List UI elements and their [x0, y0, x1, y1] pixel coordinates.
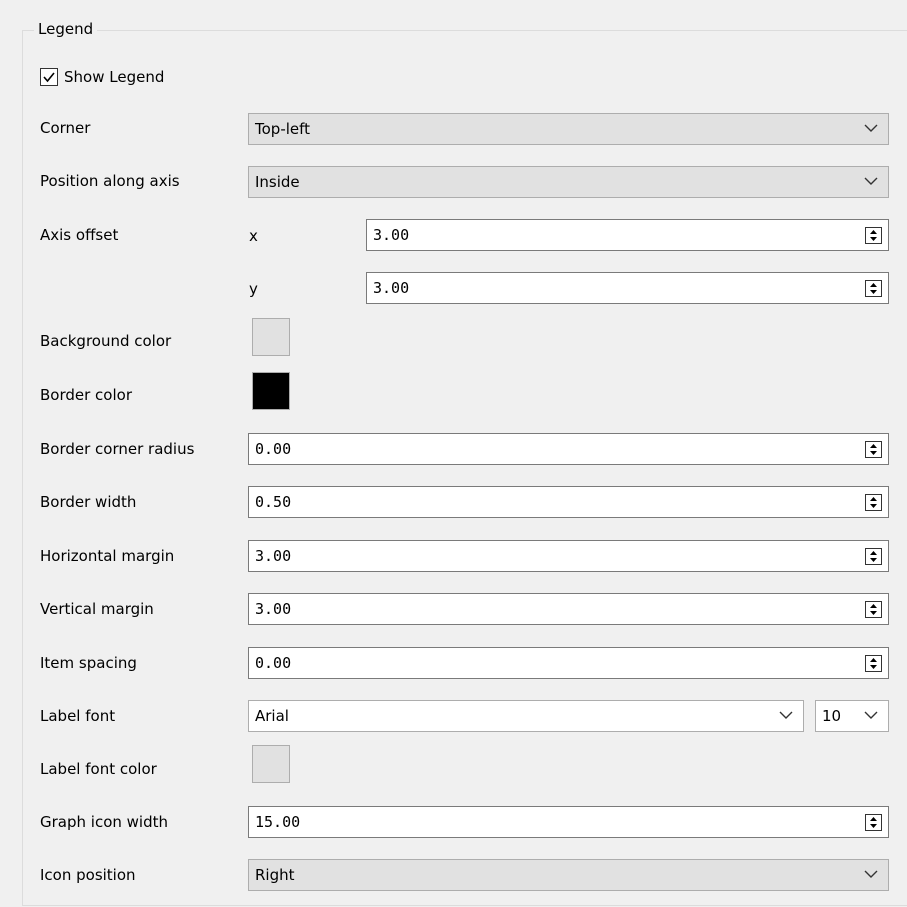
vertical-margin-label: Vertical margin [40, 600, 154, 618]
spin-arrows-icon[interactable] [865, 441, 882, 458]
corner-select[interactable]: Top-left [248, 113, 889, 145]
axis-offset-y-spinbox[interactable]: 3.00 [366, 272, 889, 304]
checkmark-icon [43, 72, 55, 83]
border-color-label: Border color [40, 386, 132, 404]
border-width-label: Border width [40, 493, 137, 511]
graph-icon-width-value: 15.00 [255, 813, 301, 831]
icon-position-select[interactable]: Right [248, 859, 889, 891]
chevron-down-icon [864, 176, 878, 186]
horizontal-margin-value: 3.00 [255, 547, 292, 565]
spin-arrows-icon[interactable] [865, 814, 882, 831]
label-font-size-select[interactable]: 10 [815, 700, 889, 732]
position-along-axis-label: Position along axis [40, 172, 180, 190]
horizontal-margin-label: Horizontal margin [40, 547, 175, 565]
spin-arrows-icon[interactable] [865, 227, 882, 244]
label-font-label: Label font [40, 707, 116, 725]
axis-offset-x-spinbox[interactable]: 3.00 [366, 219, 889, 251]
spin-arrows-icon[interactable] [865, 548, 882, 565]
position-along-axis-value: Inside [255, 173, 300, 191]
axis-offset-label: Axis offset [40, 226, 119, 244]
background-color-swatch[interactable] [252, 318, 290, 356]
axis-offset-x-label: x [249, 227, 258, 245]
corner-label: Corner [40, 119, 91, 137]
axis-offset-y-label: y [249, 280, 258, 298]
chevron-down-icon [864, 869, 878, 879]
vertical-margin-value: 3.00 [255, 600, 292, 618]
corner-value: Top-left [255, 120, 311, 138]
show-legend-label: Show Legend [64, 68, 165, 86]
spin-arrows-icon[interactable] [865, 494, 882, 511]
chevron-down-icon [779, 710, 793, 720]
border-width-value: 0.50 [255, 493, 292, 511]
border-corner-radius-spinbox[interactable]: 0.00 [248, 433, 889, 465]
border-corner-radius-label: Border corner radius [40, 440, 195, 458]
axis-offset-y-value: 3.00 [373, 279, 410, 297]
vertical-margin-spinbox[interactable]: 3.00 [248, 593, 889, 625]
horizontal-margin-spinbox[interactable]: 3.00 [248, 540, 889, 572]
show-legend-checkbox[interactable] [40, 68, 58, 86]
border-corner-radius-value: 0.00 [255, 440, 292, 458]
icon-position-label: Icon position [40, 866, 136, 884]
spin-arrows-icon[interactable] [865, 601, 882, 618]
chevron-down-icon [864, 710, 878, 720]
graph-icon-width-spinbox[interactable]: 15.00 [248, 806, 889, 838]
label-font-value: Arial [255, 707, 289, 725]
label-font-select[interactable]: Arial [248, 700, 804, 732]
icon-position-value: Right [255, 866, 295, 884]
item-spacing-value: 0.00 [255, 654, 292, 672]
background-color-label: Background color [40, 332, 172, 350]
chevron-down-icon [864, 123, 878, 133]
spin-arrows-icon[interactable] [865, 655, 882, 672]
position-along-axis-select[interactable]: Inside [248, 166, 889, 198]
show-legend-checkbox-row[interactable]: Show Legend [40, 66, 164, 88]
label-font-color-swatch[interactable] [252, 745, 290, 783]
label-font-size-value: 10 [822, 707, 842, 725]
legend-group-title: Legend [34, 19, 98, 39]
axis-offset-x-value: 3.00 [373, 226, 410, 244]
label-font-color-label: Label font color [40, 760, 157, 778]
graph-icon-width-label: Graph icon width [40, 813, 168, 831]
item-spacing-label: Item spacing [40, 654, 137, 672]
border-width-spinbox[interactable]: 0.50 [248, 486, 889, 518]
item-spacing-spinbox[interactable]: 0.00 [248, 647, 889, 679]
spin-arrows-icon[interactable] [865, 280, 882, 297]
border-color-swatch[interactable] [252, 372, 290, 410]
